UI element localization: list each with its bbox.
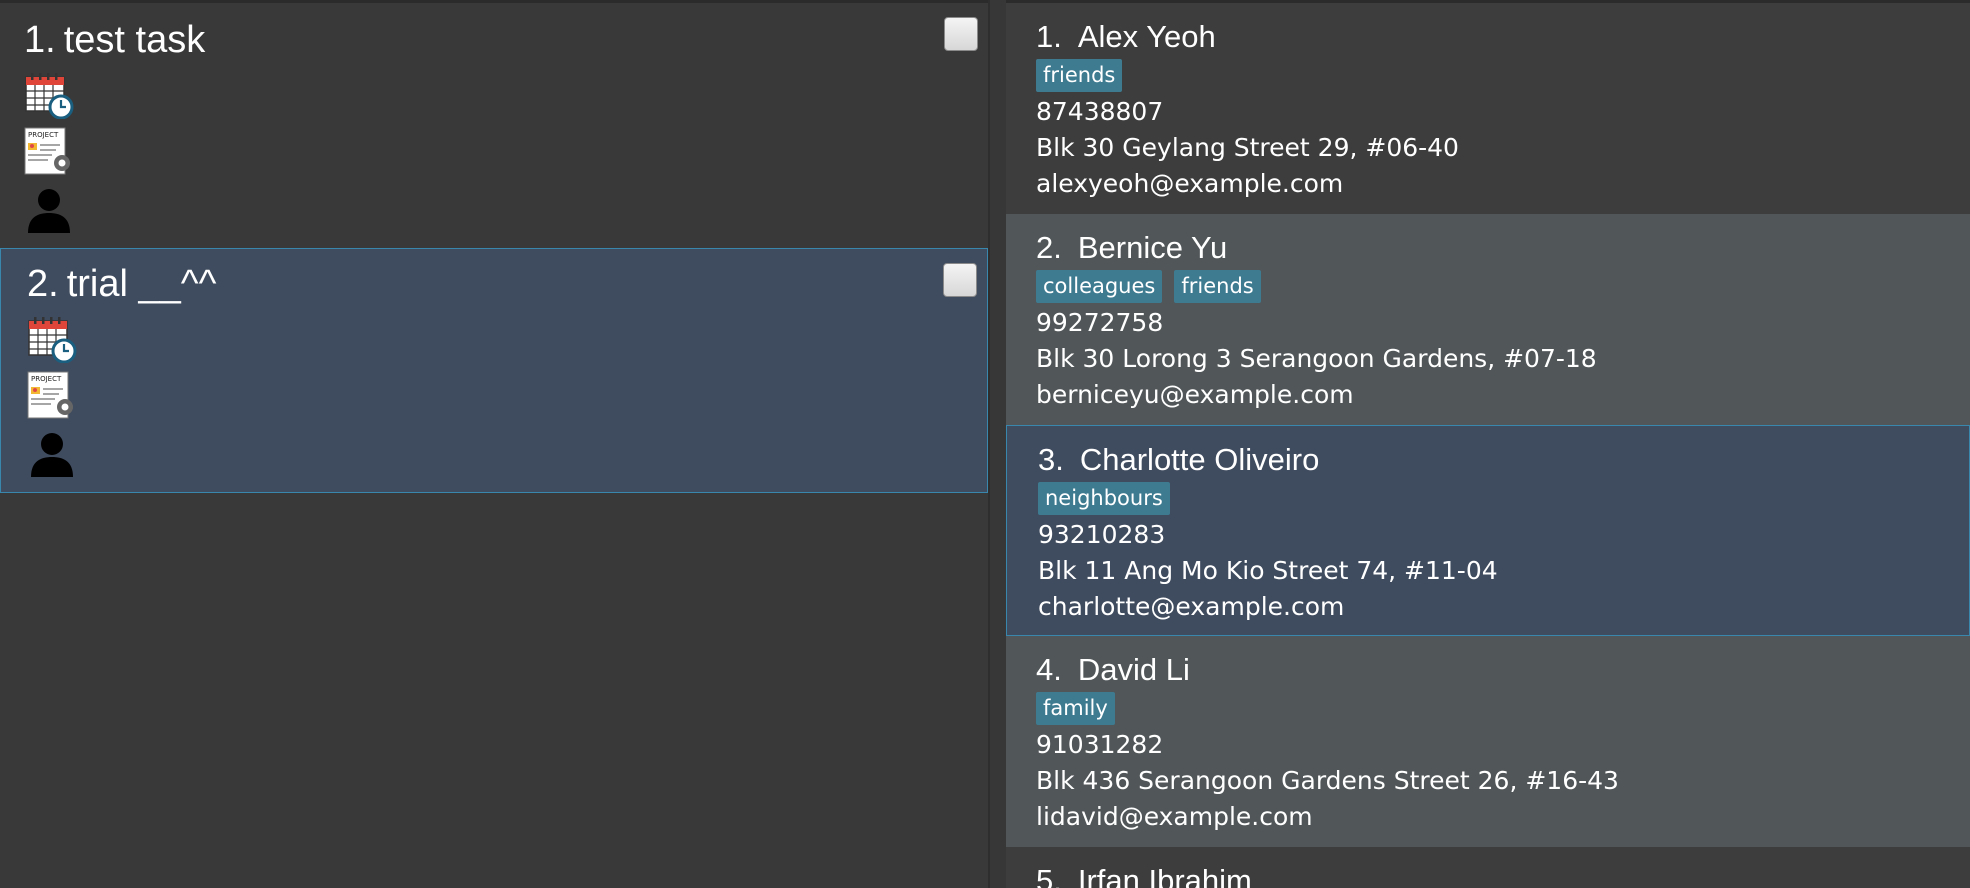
task-complete-checkbox[interactable] [943,263,977,297]
tag: neighbours [1038,482,1170,515]
calendar-clock-icon [28,317,77,363]
person-address: Blk 436 Serangoon Gardens Street 26, #16… [1036,766,1619,795]
task-title: 1. test task [24,19,206,61]
task-complete-checkbox[interactable] [944,17,978,51]
person-card-5[interactable]: 5. Irfan Ibrahim [1006,847,1970,888]
person-card-4[interactable]: 4. David Li family 91031282 Blk 436 Seran… [1006,636,1970,847]
tag: colleagues [1036,270,1163,303]
tag-list: colleagues friends [1036,270,1261,303]
task-card-2[interactable]: 2. trial __^^ PROJECT [0,248,988,493]
tag-list: friends [1036,59,1123,92]
person-address: Blk 30 Lorong 3 Serangoon Gardens, #07-1… [1036,344,1597,373]
tag: family [1036,692,1115,725]
svg-text:PROJECT: PROJECT [28,131,59,139]
person-name: 4. David Li [1036,652,1190,687]
task-name: test task [63,19,206,61]
tag-list: neighbours [1038,482,1170,515]
person-phone: 87438807 [1036,97,1164,126]
tag: friends [1174,270,1261,303]
project-document-icon: PROJECT [24,127,70,175]
calendar-clock-icon [25,73,74,119]
person-card-1[interactable]: 1. Alex Yeoh friends 87438807 Blk 30 Geyl… [1006,3,1970,214]
svg-text:PROJECT: PROJECT [31,375,62,383]
person-address: Blk 11 Ang Mo Kio Street 74, #11-04 [1038,556,1498,585]
person-name: 1. Alex Yeoh [1036,19,1216,54]
tag-list: family [1036,692,1115,725]
person-phone: 91031282 [1036,730,1164,759]
person-card-3[interactable]: 3. Charlotte Oliveiro neighbours 93210283… [1006,425,1970,636]
project-document-icon: PROJECT [27,371,73,419]
person-email: berniceyu@example.com [1036,380,1354,409]
person-list-panel[interactable]: 1. Alex Yeoh friends 87438807 Blk 30 Geyl… [1006,0,1970,888]
person-phone: 93210283 [1038,520,1166,549]
task-title: 2. trial __^^ [27,263,217,305]
person-name: 3. Charlotte Oliveiro [1038,442,1320,477]
person-address: Blk 30 Geylang Street 29, #06-40 [1036,133,1459,162]
tag: friends [1036,59,1123,92]
person-email: alexyeoh@example.com [1036,169,1344,198]
person-name: 2. Bernice Yu [1036,230,1228,265]
pane-splitter[interactable] [988,0,1006,888]
person-icon [28,189,70,233]
task-card-1[interactable]: 1. test task PROJECT [0,3,988,248]
person-email: lidavid@example.com [1036,802,1313,831]
person-phone: 99272758 [1036,308,1164,337]
person-name: 5. Irfan Ibrahim [1036,863,1252,888]
person-card-2[interactable]: 2. Bernice Yu colleagues friends 99272758… [1006,214,1970,425]
task-list-panel[interactable]: 1. test task PROJECT 2. trial __^^ PROJE… [0,0,988,888]
person-email: charlotte@example.com [1038,592,1345,621]
person-icon [31,433,73,477]
task-name: trial __^^ [66,263,217,305]
